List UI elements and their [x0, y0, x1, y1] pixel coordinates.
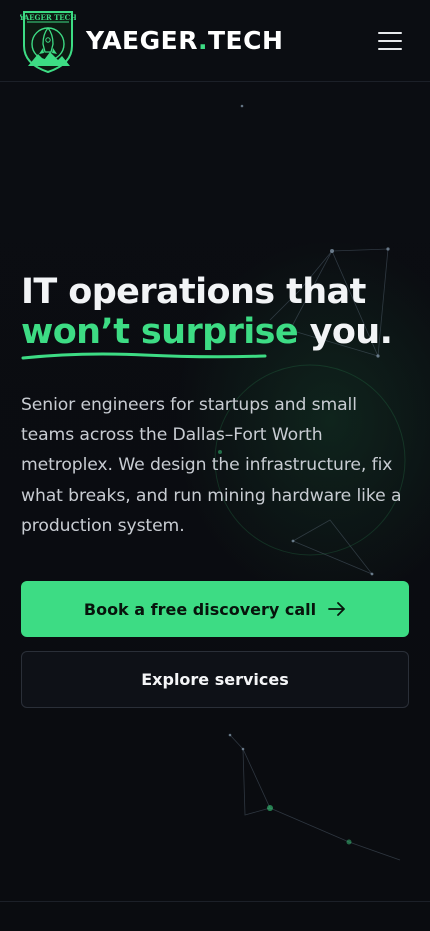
primary-button-label: Book a free discovery call — [83, 599, 317, 619]
brand-suffix: TECH — [207, 26, 284, 55]
svg-text:YAEGER TECH: YAEGER TECH — [20, 13, 76, 22]
hero-description: Senior engineers for startups and small … — [21, 395, 402, 536]
hero-section: IT operations that won’t surprise you. — [21, 272, 411, 360]
page: YAEGER TECH YAEGER. TECH IT operations th… — [0, 0, 430, 931]
arrow-right-icon — [328, 602, 346, 616]
headline-accent: won’t surprise — [21, 312, 299, 360]
brand-dot: . — [197, 26, 208, 55]
headline-end: you. — [298, 312, 393, 352]
headline-line1: IT operations that — [21, 272, 366, 312]
squiggle-underline-icon — [21, 352, 267, 360]
explore-services-button[interactable]: Explore services — [21, 651, 409, 708]
site-header: YAEGER TECH YAEGER. TECH — [0, 0, 430, 82]
secondary-button-label: Explore services — [141, 670, 289, 689]
book-discovery-call-button[interactable]: Book a free discovery call — [21, 581, 409, 637]
hero-headline: IT operations that won’t surprise you. — [21, 272, 411, 360]
brand-main: YAEGER — [86, 26, 198, 55]
yaeger-tech-logo-icon[interactable]: YAEGER TECH — [20, 8, 76, 74]
brand-wordmark[interactable]: YAEGER. TECH — [86, 26, 283, 55]
section-divider — [0, 901, 430, 902]
hamburger-menu-icon[interactable] — [378, 31, 402, 50]
